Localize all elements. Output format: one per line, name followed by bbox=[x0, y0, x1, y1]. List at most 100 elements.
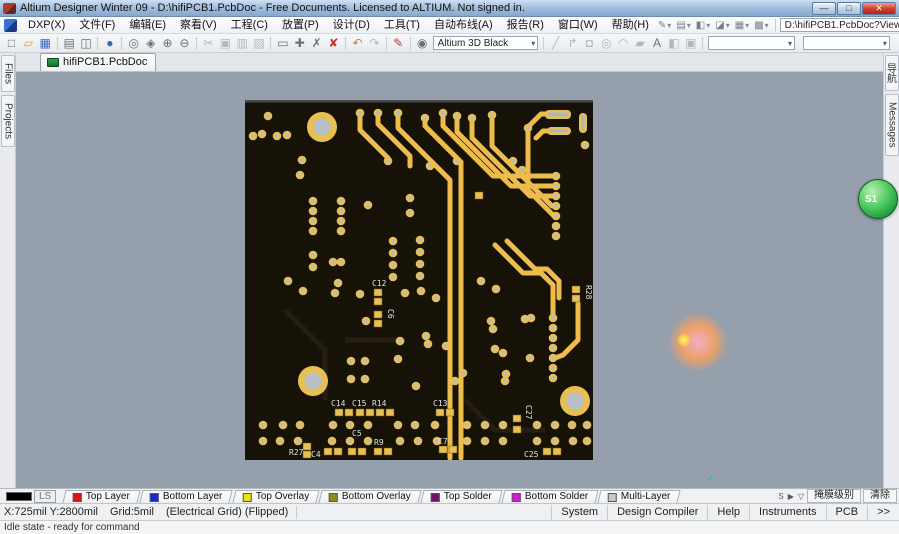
menu-autoroute[interactable]: 自动布线(A) bbox=[427, 17, 500, 33]
layer-tab-bottom-solder[interactable]: Bottom Solder bbox=[501, 490, 599, 503]
place-room-icon[interactable]: ▣ bbox=[682, 35, 699, 52]
print-icon[interactable]: ▤ bbox=[61, 35, 78, 52]
empty-selector-2[interactable]: ▾ bbox=[803, 36, 890, 50]
idle-status-text: Idle state - ready for command bbox=[4, 522, 140, 533]
panel-tab-files[interactable]: Files bbox=[1, 55, 15, 92]
chevron-down-icon: ▾ bbox=[667, 21, 671, 30]
menu-view[interactable]: 察看(V) bbox=[173, 17, 224, 33]
place-string-icon[interactable]: A bbox=[649, 35, 666, 52]
separator bbox=[57, 37, 58, 50]
menu-help[interactable]: 帮助(H) bbox=[605, 17, 656, 33]
layer-view-icon[interactable]: ● bbox=[101, 35, 118, 52]
pcb-canvas[interactable]: C12 C6 R28 C14 C15 R14 C13 C27 C5 R9 R27… bbox=[16, 72, 883, 488]
layer-tab-multi-layer[interactable]: Multi-Layer bbox=[597, 490, 681, 503]
quick-board-button[interactable]: ▦▾ bbox=[733, 20, 751, 31]
place-component-icon[interactable]: ◧ bbox=[665, 35, 682, 52]
paste-special-icon[interactable]: ▨ bbox=[251, 35, 268, 52]
close-icon[interactable]: ✕ bbox=[862, 2, 896, 15]
quick-part-button[interactable]: ◧▾ bbox=[694, 20, 712, 31]
layer-set-button[interactable]: LS bbox=[34, 490, 56, 503]
panel-tab-navigator[interactable]: 导航 bbox=[885, 55, 899, 91]
menu-window[interactable]: 窗口(W) bbox=[551, 17, 605, 33]
move-icon[interactable]: ✚ bbox=[291, 35, 308, 52]
clear-button[interactable]: 清除 bbox=[863, 489, 897, 503]
editor-area: hifiPCB1.PcbDoc bbox=[16, 53, 883, 488]
place-track-icon[interactable]: ↱ bbox=[564, 35, 581, 52]
system-panel-button[interactable]: System bbox=[551, 505, 607, 520]
view-mode-selector[interactable]: Altium 3D Black ▾ bbox=[433, 36, 539, 50]
layer-tab-top-layer[interactable]: Top Layer bbox=[63, 490, 141, 503]
pcb-panel-button[interactable]: PCB bbox=[826, 505, 868, 520]
menu-tools[interactable]: 工具(T) bbox=[377, 17, 427, 33]
paste-icon[interactable]: ▥ bbox=[234, 35, 251, 52]
cut-icon[interactable]: ✂ bbox=[200, 35, 217, 52]
menu-dxp[interactable]: DXP(X) bbox=[21, 17, 72, 33]
instruments-panel-button[interactable]: Instruments bbox=[749, 505, 825, 520]
design-compiler-panel-button[interactable]: Design Compiler bbox=[607, 505, 707, 520]
chevron-down-icon: ▾ bbox=[726, 21, 730, 30]
quick-grid-button[interactable]: ▩▾ bbox=[752, 20, 770, 31]
layer-tab-label: Multi-Layer bbox=[621, 491, 670, 503]
ref-r14: R14 bbox=[372, 399, 387, 408]
save-icon[interactable]: ▦ bbox=[37, 35, 54, 52]
menu-file[interactable]: 文件(F) bbox=[72, 17, 122, 33]
layer-color-swatch bbox=[608, 492, 617, 501]
zoom-area-icon[interactable]: ◈ bbox=[142, 35, 159, 52]
zoom-in-icon[interactable]: ⊕ bbox=[159, 35, 176, 52]
layer-dropdown-icon[interactable]: ▽ bbox=[797, 492, 805, 501]
wand-icon[interactable]: ✎ bbox=[390, 35, 407, 52]
maximize-icon[interactable]: □ bbox=[837, 2, 861, 15]
separator bbox=[97, 37, 98, 50]
ref-c5: C5 bbox=[352, 429, 362, 438]
open-icon[interactable]: ▱ bbox=[20, 35, 37, 52]
layer-tab-top-solder[interactable]: Top Solder bbox=[420, 490, 502, 503]
quick-doc-button[interactable]: ▤▾ bbox=[674, 20, 692, 31]
place-fill-icon[interactable]: ▰ bbox=[632, 35, 649, 52]
chevron-down-icon: ▾ bbox=[784, 39, 792, 48]
undo-icon[interactable]: ↶ bbox=[349, 35, 366, 52]
print-preview-icon[interactable]: ◫ bbox=[78, 35, 95, 52]
menu-reports[interactable]: 报告(R) bbox=[500, 17, 551, 33]
layer-next-icon[interactable]: ▶ bbox=[787, 492, 795, 501]
browse-icon[interactable]: ◉ bbox=[414, 35, 431, 52]
new-document-icon[interactable]: □ bbox=[3, 35, 20, 52]
separator bbox=[345, 37, 346, 50]
menu-project[interactable]: 工程(C) bbox=[224, 17, 275, 33]
place-via-icon[interactable]: ◎ bbox=[598, 35, 615, 52]
layer-tab-top-overlay[interactable]: Top Overlay bbox=[232, 490, 320, 503]
select-area-icon[interactable]: ▭ bbox=[274, 35, 291, 52]
panel-tab-messages[interactable]: Messages bbox=[885, 94, 899, 156]
layer-tab-bottom-layer[interactable]: Bottom Layer bbox=[140, 490, 234, 503]
s1-button[interactable]: S1 bbox=[858, 179, 898, 219]
render-glow-orange bbox=[645, 319, 697, 365]
ref-c6: C6 bbox=[386, 309, 395, 319]
minimize-icon[interactable]: — bbox=[812, 2, 836, 15]
document-tab[interactable]: hifiPCB1.PcbDoc bbox=[40, 53, 156, 71]
empty-selector-1[interactable]: ▾ bbox=[708, 36, 795, 50]
redo-icon[interactable]: ↷ bbox=[366, 35, 383, 52]
zoom-fit-icon[interactable]: ◎ bbox=[125, 35, 142, 52]
place-arc-icon[interactable]: ◠ bbox=[615, 35, 632, 52]
mask-level-button[interactable]: 掩膜级别 bbox=[807, 489, 861, 503]
zoom-out-icon[interactable]: ⊖ bbox=[176, 35, 193, 52]
deselect-icon[interactable]: ✗ bbox=[308, 35, 325, 52]
layer-list-icon[interactable]: S bbox=[777, 492, 784, 501]
menu-design[interactable]: 设计(D) bbox=[326, 17, 377, 33]
layer-tab-bottom-overlay[interactable]: Bottom Overlay bbox=[318, 490, 421, 503]
place-line-icon[interactable]: ╱ bbox=[547, 35, 564, 52]
dxp-logo-icon[interactable] bbox=[4, 19, 17, 32]
panel-tab-projects[interactable]: Projects bbox=[1, 95, 15, 147]
more-panels-button[interactable]: >> bbox=[867, 505, 899, 520]
document-view-selector[interactable]: D:\hifiPCB1.PcbDoc?ViewName ▾ bbox=[780, 18, 899, 32]
clear-filter-icon[interactable]: ✘ bbox=[325, 35, 342, 52]
menu-place[interactable]: 放置(P) bbox=[275, 17, 326, 33]
current-layer-swatch[interactable] bbox=[6, 492, 32, 501]
help-panel-button[interactable]: Help bbox=[707, 505, 749, 520]
pcb-board[interactable]: C12 C6 R28 C14 C15 R14 C13 C27 C5 R9 R27… bbox=[245, 100, 593, 460]
panel-buttons: System Design Compiler Help Instruments … bbox=[551, 504, 899, 520]
quick-line-button[interactable]: ✎▾ bbox=[656, 20, 673, 31]
copy-icon[interactable]: ▣ bbox=[217, 35, 234, 52]
menu-edit[interactable]: 编辑(E) bbox=[122, 17, 173, 33]
place-pad-icon[interactable]: ◘ bbox=[581, 35, 598, 52]
quick-plane-button[interactable]: ◪▾ bbox=[713, 20, 731, 31]
